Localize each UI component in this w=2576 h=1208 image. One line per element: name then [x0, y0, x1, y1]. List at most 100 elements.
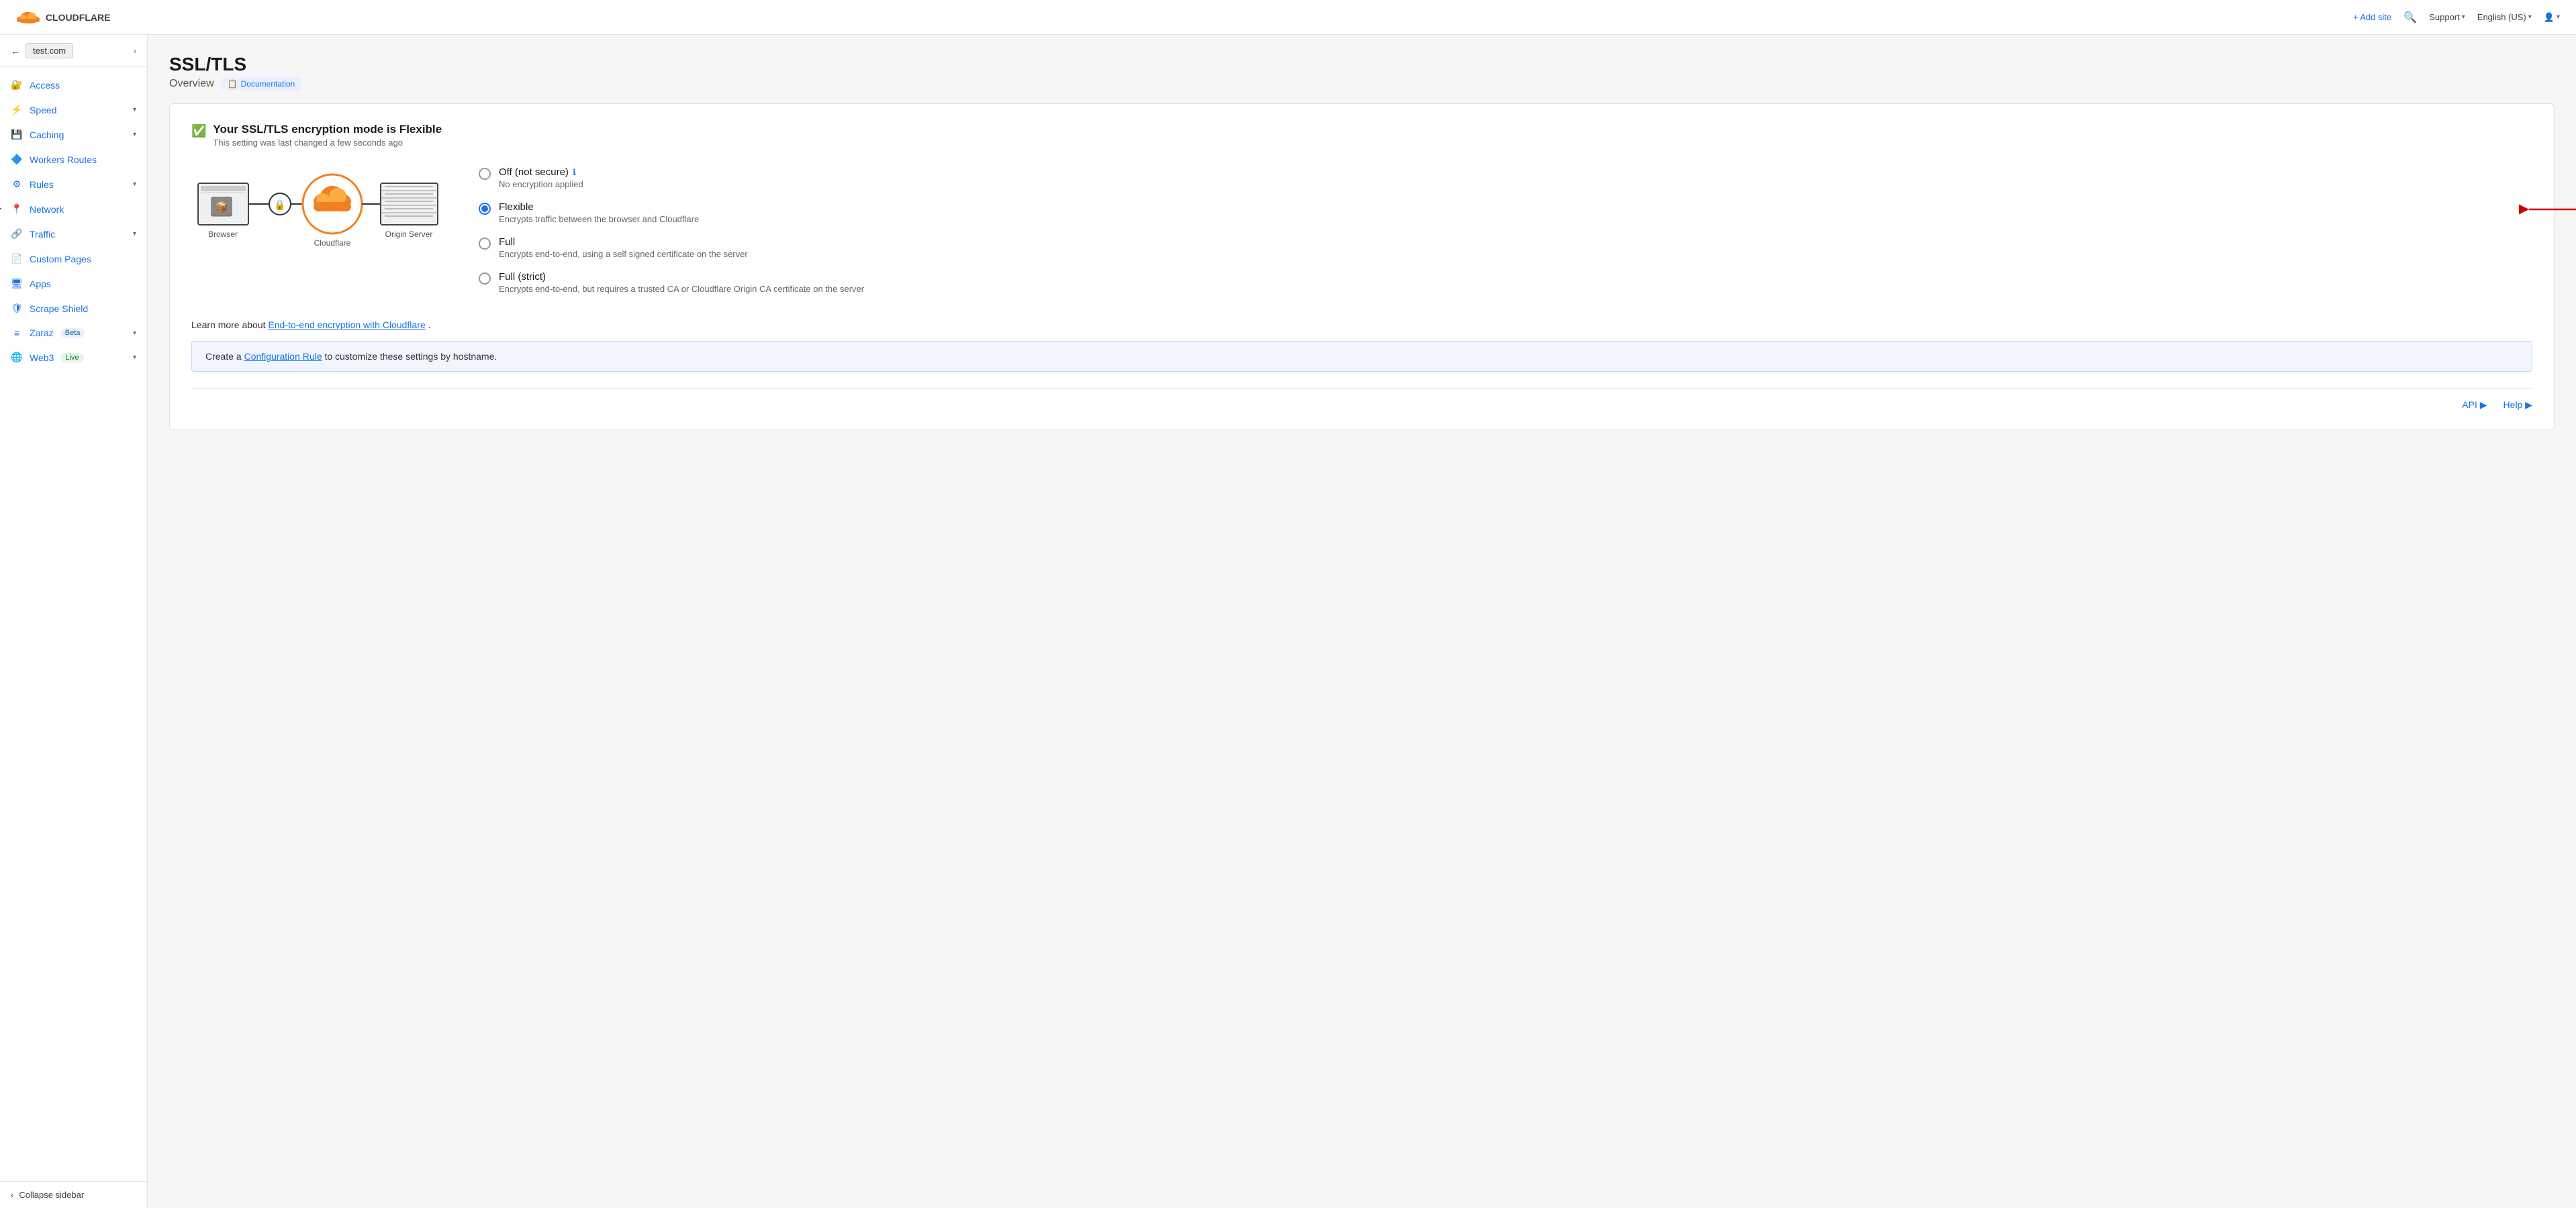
option-off-radio[interactable]	[479, 168, 491, 180]
sidebar-item-traffic[interactable]: 🔗 Traffic ▾	[0, 221, 147, 246]
support-label: Support	[2429, 12, 2460, 22]
option-full: Full Encrypts end-to-end, using a self s…	[479, 236, 2532, 259]
add-site-button[interactable]: + Add site	[2353, 12, 2391, 22]
sidebar-item-label: Workers Routes	[30, 154, 97, 165]
caching-arrow-icon: ▾	[133, 131, 136, 138]
option-off-label: Off (not secure)	[499, 166, 569, 178]
user-menu[interactable]: 👤 ▾	[2544, 12, 2560, 23]
option-full-strict-radio[interactable]	[479, 272, 491, 285]
back-button[interactable]: ←	[11, 46, 20, 56]
option-flexible: Flexible Encrypts traffic between the br…	[479, 201, 2532, 224]
workers-routes-icon: 🔷	[11, 154, 23, 165]
status-check-icon: ✅	[191, 124, 206, 138]
card-footer: API ▶ Help ▶	[191, 388, 2532, 411]
main-content: SSL/TLS Overview 📋 Documentation ✅ Your …	[148, 35, 2576, 1208]
ssl-card: ✅ Your SSL/TLS encryption mode is Flexib…	[169, 103, 2555, 430]
sidebar-item-label: Rules	[30, 179, 54, 190]
svg-text:📦: 📦	[215, 201, 228, 213]
sidebar-site-header: ← test.com ›	[0, 35, 147, 67]
sidebar-item-label: Speed	[30, 105, 56, 115]
ssl-diagram: 📦 Browser 🔒	[191, 166, 446, 257]
sidebar-item-scrape-shield[interactable]: 🛡 Scrape Shield	[0, 296, 147, 321]
web3-arrow-icon: ▾	[133, 354, 136, 361]
speed-icon: ⚡	[11, 104, 23, 115]
sidebar-item-web3[interactable]: 🌐 Web3 Live ▾	[0, 345, 147, 370]
sidebar-item-access[interactable]: 🔐 Access	[0, 72, 147, 97]
ssl-diagram-svg: 📦 Browser 🔒	[191, 166, 446, 254]
help-link[interactable]: Help ▶	[2503, 399, 2532, 411]
sidebar-item-custom-pages[interactable]: 📄 Custom Pages	[0, 246, 147, 271]
logo-text: CLOUDFLARE	[46, 12, 110, 23]
option-flexible-desc: Encrypts traffic between the browser and…	[499, 214, 2532, 224]
learn-more-section: Learn more about End-to-end encryption w…	[191, 319, 2532, 330]
traffic-arrow-icon: ▾	[133, 230, 136, 238]
topnav-left: CLOUDFLARE	[16, 9, 110, 26]
collapse-sidebar-button[interactable]: ‹ Collapse sidebar	[0, 1181, 147, 1208]
config-rule-link[interactable]: Configuration Rule	[244, 351, 322, 362]
access-icon: 🔐	[11, 79, 23, 91]
caching-icon: 💾	[11, 129, 23, 140]
sidebar-item-label: Caching	[30, 130, 64, 140]
traffic-icon: 🔗	[11, 228, 23, 240]
language-label: English (US)	[2477, 12, 2526, 22]
api-link[interactable]: API ▶	[2462, 399, 2487, 411]
option-full-strict-label: Full (strict)	[499, 271, 546, 283]
svg-text:Browser: Browser	[208, 230, 238, 239]
option-full-radio[interactable]	[479, 238, 491, 250]
sidebar-item-label: Scrape Shield	[30, 303, 88, 314]
ssl-options: Off (not secure) ℹ No encryption applied…	[479, 166, 2532, 306]
sidebar-item-label: Network	[30, 204, 64, 215]
sidebar-item-label: Web3	[30, 352, 54, 363]
option-full-desc: Encrypts end-to-end, using a self signed…	[499, 249, 2532, 259]
sidebar-item-caching[interactable]: 💾 Caching ▾	[0, 122, 147, 147]
sidebar-item-label: Custom Pages	[30, 254, 91, 264]
site-badge[interactable]: test.com	[26, 43, 73, 58]
svg-text:Cloudflare: Cloudflare	[314, 238, 351, 248]
sidebar-item-rules[interactable]: ⚙ Rules ▾	[0, 172, 147, 197]
status-description: This setting was last changed a few seco…	[213, 138, 442, 148]
scrape-shield-icon: 🛡	[11, 303, 23, 314]
info-icon-off[interactable]: ℹ	[573, 167, 576, 178]
sidebar-item-zaraz[interactable]: ≡ Zaraz Beta ▾	[0, 321, 147, 345]
rules-arrow-icon: ▾	[133, 181, 136, 188]
sidebar-item-speed[interactable]: ⚡ Speed ▾	[0, 97, 147, 122]
topnav-right: + Add site 🔍 Support ▾ English (US) ▾ 👤 …	[2353, 11, 2560, 24]
documentation-badge[interactable]: 📋 Documentation	[221, 78, 302, 90]
sidebar-item-apps[interactable]: 🖥 Apps	[0, 271, 147, 296]
option-off-desc: No encryption applied	[499, 179, 2532, 189]
sidebar-item-network[interactable]: 📍 Network 2	[0, 197, 147, 221]
language-dropdown[interactable]: English (US) ▾	[2477, 12, 2532, 22]
user-icon: 👤	[2544, 12, 2555, 23]
search-icon[interactable]: 🔍	[2403, 11, 2417, 24]
option-full-strict: Full (strict) Encrypts end-to-end, but r…	[479, 271, 2532, 294]
main-layout: ← test.com › 🔐 Access ⚡ Speed ▾	[0, 35, 2576, 1208]
status-title: Your SSL/TLS encryption mode is Flexible	[213, 123, 442, 136]
svg-text:Origin Server: Origin Server	[385, 230, 433, 239]
config-rule-box: Create a Configuration Rule to customize…	[191, 341, 2532, 372]
page-subtitle-area: Overview 📋 Documentation	[169, 78, 2555, 90]
support-dropdown[interactable]: Support ▾	[2429, 12, 2465, 22]
apps-icon: 🖥	[11, 278, 23, 289]
site-back-area: ← test.com	[11, 43, 73, 58]
sidebar-nav: 🔐 Access ⚡ Speed ▾ 💾 Caching ▾	[0, 67, 147, 1181]
rules-icon: ⚙	[11, 179, 23, 190]
sidebar-item-workers-routes[interactable]: 🔷 Workers Routes	[0, 147, 147, 172]
sidebar-item-label: Zaraz	[30, 328, 54, 338]
ssl-section: 📦 Browser 🔒	[191, 166, 2532, 306]
doc-label: Documentation	[241, 79, 295, 89]
sidebar-item-label: Apps	[30, 279, 51, 289]
option-flexible-label: Flexible	[499, 201, 534, 213]
cloudflare-logo: CLOUDFLARE	[16, 9, 110, 26]
status-banner: ✅ Your SSL/TLS encryption mode is Flexib…	[191, 123, 2532, 148]
learn-more-text-before: Learn more about	[191, 319, 268, 330]
page-title: SSL/TLS	[169, 54, 2555, 75]
support-arrow-icon: ▾	[2462, 13, 2465, 21]
collapse-icon: ‹	[11, 1190, 13, 1200]
config-rule-text-before: Create a	[205, 351, 244, 362]
zaraz-badge: Beta	[60, 328, 85, 338]
option-off: Off (not secure) ℹ No encryption applied	[479, 166, 2532, 189]
doc-icon: 📋	[228, 79, 238, 89]
option-flexible-radio[interactable]	[479, 203, 491, 215]
config-rule-text-after: to customize these settings by hostname.	[324, 351, 497, 362]
learn-more-link[interactable]: End-to-end encryption with Cloudflare	[268, 319, 425, 330]
